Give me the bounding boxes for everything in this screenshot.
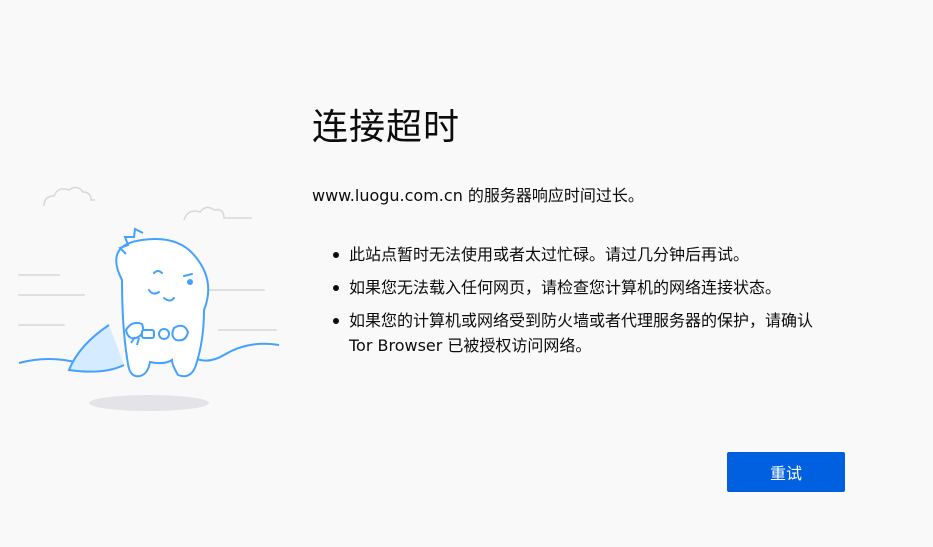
error-content: 连接超时 www.luogu.com.cn 的服务器响应时间过长。 此站点暂时无… <box>312 100 872 366</box>
list-item: 此站点暂时无法使用或者太过忙碌。请过几分钟后再试。 <box>312 242 822 267</box>
page-title: 连接超时 <box>312 107 461 148</box>
retry-button[interactable]: 重试 <box>727 452 845 492</box>
reasons-list: 此站点暂时无法使用或者太过忙碌。请过几分钟后再试。 如果您无法载入任何网页，请检… <box>312 242 822 358</box>
list-item: 如果您无法载入任何网页，请检查您计算机的网络连接状态。 <box>312 275 822 300</box>
cloud-icon <box>43 186 252 221</box>
list-item: 如果您的计算机或网络受到防火墙或者代理服务器的保护，请确认 Tor Browse… <box>312 308 822 358</box>
unplugged-dinosaur-illustration <box>14 180 284 420</box>
error-description: www.luogu.com.cn 的服务器响应时间过长。 <box>312 186 644 205</box>
